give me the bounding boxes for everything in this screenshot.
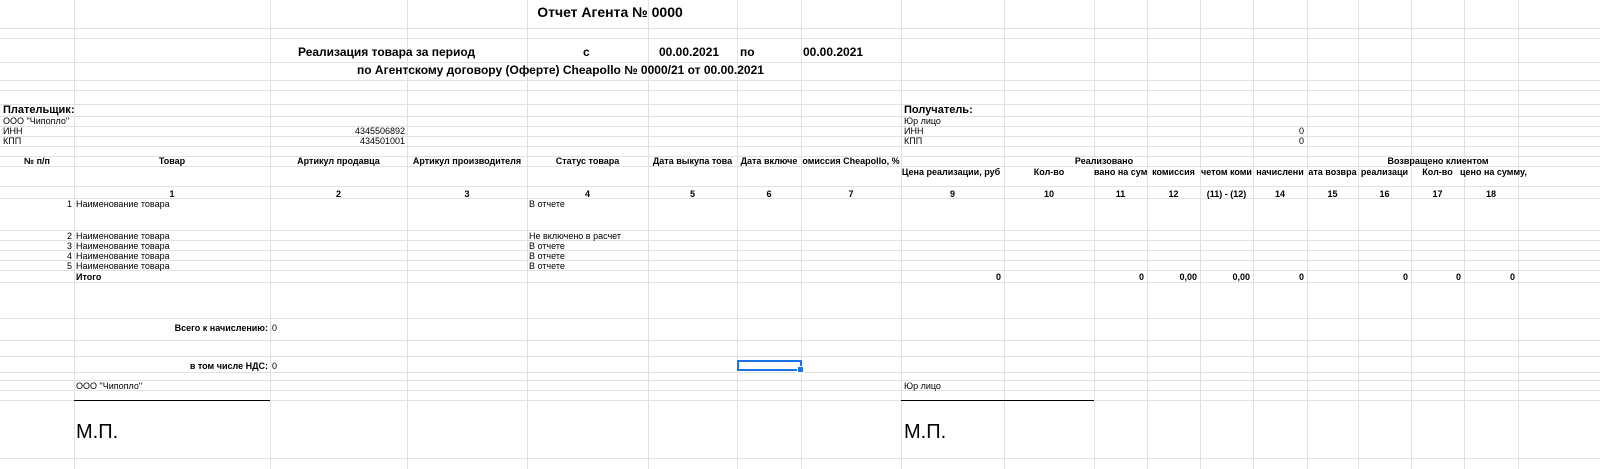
contract-line: по Агентскому договору (Оферте) Cheapoll… bbox=[357, 63, 764, 77]
row-3-status: В отчете bbox=[529, 241, 565, 251]
date-from: 00.00.2021 bbox=[659, 45, 720, 59]
row-2-num: 2 bbox=[66, 231, 72, 241]
colnum-4: 4 bbox=[584, 189, 590, 199]
colnum-9: 9 bbox=[949, 189, 955, 199]
total-c12: 0,00 bbox=[1179, 272, 1197, 282]
colnum-11: 11 bbox=[1115, 189, 1126, 199]
colnum-6: 6 bbox=[766, 189, 772, 199]
header-commission: омиссия Cheapollo, % bbox=[802, 156, 900, 166]
header-seller-sku: Артикул продавца bbox=[297, 156, 380, 166]
recipient-name: Юр лицо bbox=[904, 116, 941, 126]
colnum-10: 10 bbox=[1043, 189, 1054, 199]
row-4-product: Наименование товара bbox=[76, 251, 170, 261]
recipient-signature-line bbox=[901, 400, 1094, 401]
total-c11: 0 bbox=[1138, 272, 1144, 282]
vat-label: в том числе НДС: bbox=[189, 361, 268, 371]
recipient-kpp-value: 0 bbox=[1298, 136, 1304, 146]
total-c14: 0 bbox=[1298, 272, 1304, 282]
recipient-kpp-label: КПП bbox=[904, 136, 923, 146]
header-ret-sum: цено на сумму, руб. bbox=[1460, 167, 1530, 177]
colnum-1: 1 bbox=[169, 189, 175, 199]
header-returned-group: Возвращено клиентом bbox=[1387, 156, 1489, 166]
row-2-product: Наименование товара bbox=[76, 231, 170, 241]
colnum-16: 16 bbox=[1379, 189, 1390, 199]
vat-value: 0 bbox=[272, 361, 278, 371]
from-label: с bbox=[583, 45, 590, 59]
colnum-17: 17 bbox=[1432, 189, 1443, 199]
total-c9: 0 bbox=[995, 272, 1001, 282]
colnum-12: 12 bbox=[1168, 189, 1179, 199]
header-commission-sum: комиссия bbox=[1152, 167, 1195, 177]
header-qty: Кол-во bbox=[1033, 167, 1065, 177]
total-c17: 0 bbox=[1455, 272, 1461, 282]
header-buyout-date: Дата выкупа това bbox=[652, 156, 733, 166]
row-1-product: Наименование товара bbox=[76, 199, 170, 209]
payer-kpp-label: КПП bbox=[3, 136, 22, 146]
colnum-14: 14 bbox=[1274, 189, 1285, 199]
period-label: Реализация товара за период bbox=[298, 45, 476, 59]
payer-kpp-value: 434501001 bbox=[359, 136, 405, 146]
recipient-signature-name: Юр лицо bbox=[904, 381, 941, 391]
date-to: 00.00.2021 bbox=[803, 45, 864, 59]
colnum-2: 2 bbox=[335, 189, 341, 199]
header-product: Товар bbox=[158, 156, 186, 166]
recipient-inn-value: 0 bbox=[1298, 126, 1304, 136]
colnum-15: 15 bbox=[1327, 189, 1338, 199]
colnum-5: 5 bbox=[689, 189, 695, 199]
selected-cell[interactable] bbox=[737, 360, 804, 373]
row-5-num: 5 bbox=[66, 261, 72, 271]
header-status: Статус товара bbox=[555, 156, 620, 166]
header-ret-price: реализаци bbox=[1360, 167, 1409, 177]
payer-name: ООО "Чипопло" bbox=[3, 116, 70, 126]
payer-signature-line bbox=[74, 400, 270, 401]
payer-heading: Плательщик: bbox=[3, 104, 75, 116]
to-label: по bbox=[740, 45, 755, 59]
row-1-status: В отчете bbox=[529, 199, 565, 209]
row-5-status: В отчете bbox=[529, 261, 565, 271]
recipient-stamp: М.П. bbox=[904, 421, 947, 443]
row-4-num: 4 bbox=[66, 251, 72, 261]
recipient-inn-label: ИНН bbox=[904, 126, 924, 136]
to-charge-value: 0 bbox=[272, 323, 278, 333]
recipient-heading: Получатель: bbox=[904, 104, 973, 116]
total-c18: 0 bbox=[1509, 272, 1515, 282]
header-sold-group: Реализовано bbox=[1074, 156, 1134, 166]
header-charged: начислени bbox=[1256, 167, 1304, 177]
fill-handle[interactable] bbox=[797, 366, 804, 373]
total-label: Итого bbox=[76, 272, 102, 282]
total-c16: 0 bbox=[1402, 272, 1408, 282]
header-include-date: Дата включе bbox=[740, 156, 798, 166]
header-ret-qty: Кол-во bbox=[1422, 167, 1453, 177]
payer-stamp: М.П. bbox=[76, 421, 119, 443]
row-3-num: 3 bbox=[66, 241, 72, 251]
colnum-3: 3 bbox=[464, 189, 470, 199]
payer-inn-value: 4345506892 bbox=[354, 126, 405, 136]
header-sale-price: Цена реализации, руб bbox=[901, 167, 1001, 177]
colnum-13: (11) - (12) bbox=[1206, 189, 1247, 199]
row-5-product: Наименование товара bbox=[76, 261, 170, 271]
row-3-product: Наименование товара bbox=[76, 241, 170, 251]
payer-inn-label: ИНН bbox=[3, 126, 23, 136]
header-sold-sum: вано на сум bbox=[1094, 167, 1147, 177]
header-net-commission: четом коми bbox=[1201, 167, 1252, 177]
payer-signature-name: ООО "Чипопло" bbox=[76, 381, 143, 391]
header-maker-sku: Артикул производителя bbox=[412, 156, 522, 166]
colnum-7: 7 bbox=[848, 189, 854, 199]
total-c13: 0,00 bbox=[1232, 272, 1250, 282]
row-4-status: В отчете bbox=[529, 251, 565, 261]
report-title: Отчет Агента № 0000 bbox=[537, 4, 683, 20]
to-charge-label: Всего к начислению: bbox=[174, 323, 268, 333]
row-1-num: 1 bbox=[66, 199, 72, 209]
header-num: № п/п bbox=[24, 156, 50, 166]
header-return-date: ата возвра bbox=[1308, 167, 1357, 177]
colnum-18: 18 bbox=[1485, 189, 1496, 199]
row-2-status: Не включено в расчет bbox=[529, 231, 622, 241]
